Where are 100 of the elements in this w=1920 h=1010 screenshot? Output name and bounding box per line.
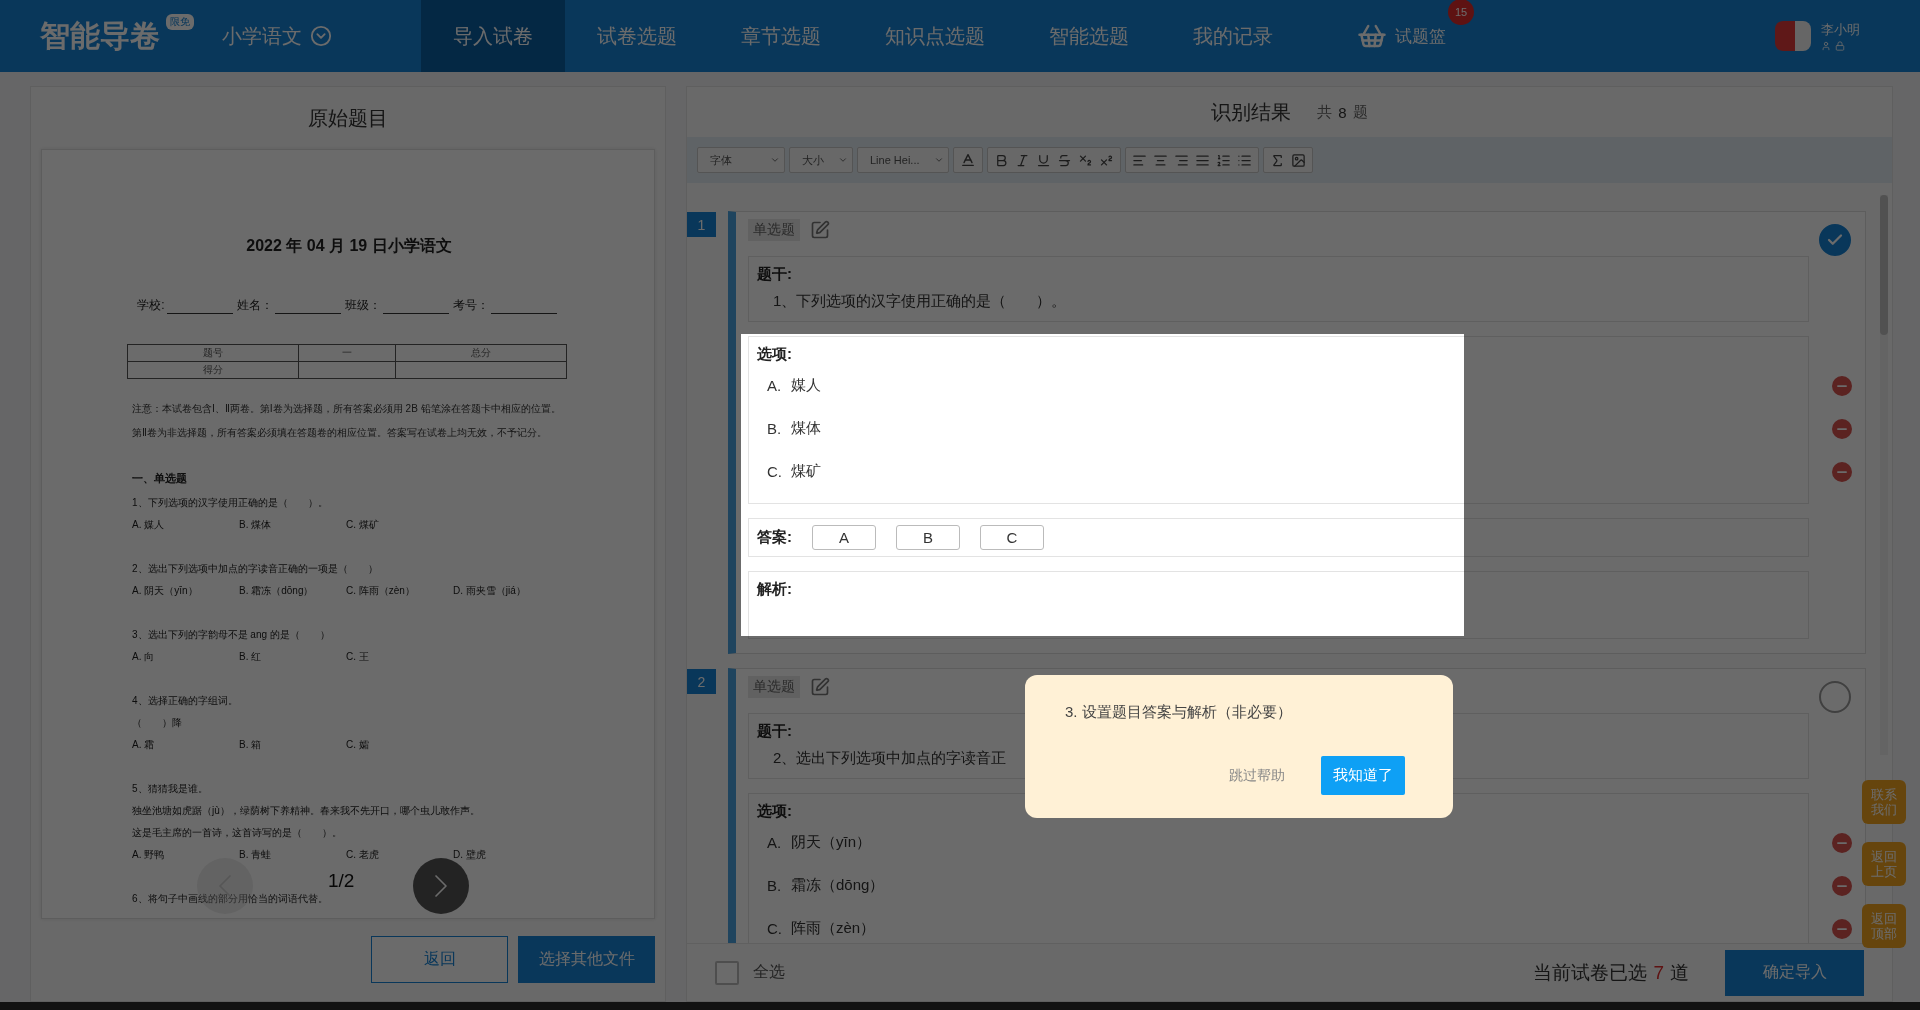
option-text: B. 箱 [239, 738, 263, 752]
side-button[interactable]: 联系我们 [1862, 780, 1906, 824]
question-number: 2 [687, 669, 716, 694]
option-text: D. 雨夹雪（jiá） [453, 584, 527, 598]
user-icon [1821, 41, 1831, 51]
nav-tab[interactable]: 导入试卷 [421, 0, 565, 72]
question-stem: 2、选出下列选项中加点的字读音正 [772, 749, 1008, 768]
image-icon[interactable] [1291, 152, 1306, 168]
option-letter: C. [766, 463, 783, 480]
subject-selector[interactable]: 小学语文 [222, 22, 302, 50]
section-label: 题干: [757, 265, 793, 284]
section-heading: 一、单选题 [132, 471, 188, 486]
align-center-icon[interactable] [1153, 152, 1168, 168]
got-it-button[interactable]: 我知道了 [1321, 756, 1405, 795]
formula-icon[interactable] [1270, 152, 1285, 168]
option-text: 阵雨（zèn） [791, 919, 876, 938]
toolbar-select[interactable]: 字体 [697, 147, 785, 173]
scrollbar-thumb[interactable] [1880, 195, 1888, 335]
field-label: 姓名： [236, 297, 273, 314]
field-label: 考号： [452, 297, 489, 314]
caret-icon [934, 155, 944, 165]
nav-tab[interactable]: 章节选题 [709, 0, 853, 72]
option-text: C. 王 [346, 650, 370, 664]
question-text: 4、选择正确的字组词。 [132, 694, 238, 708]
caret-icon [770, 155, 780, 165]
bold-icon[interactable] [994, 152, 1009, 168]
option-text: C. 阵雨（zèn） [346, 584, 416, 598]
option-text: C. 煤矿 [346, 518, 380, 532]
confirm-import-button[interactable]: 确定导入 [1725, 949, 1864, 996]
toolbar-select[interactable]: Line Hei... [857, 147, 949, 173]
count-badge: 15 [1448, 0, 1474, 25]
ordered-list-icon[interactable] [1216, 152, 1231, 168]
option-text: C. 孀 [346, 738, 370, 752]
skip-help-link[interactable]: 跳过帮助 [1229, 766, 1285, 785]
nav-tab[interactable]: 智能选题 [1017, 0, 1161, 72]
align-left-icon[interactable] [1132, 152, 1147, 168]
table-cell: 题号 [127, 344, 299, 362]
answer-button[interactable]: B [896, 525, 960, 550]
underline-icon[interactable] [1036, 152, 1051, 168]
select-circle[interactable] [1819, 224, 1851, 256]
question-text: 3、选出下列的字韵母不是 ang 的是（ ） [132, 628, 330, 642]
remove-icon[interactable] [1832, 832, 1852, 853]
side-button[interactable]: 返回上页 [1862, 842, 1906, 886]
option-text: B. 霜冻（dōng） [239, 584, 315, 598]
choose-file-button[interactable]: 选择其他文件 [518, 936, 655, 983]
italic-icon[interactable] [1015, 152, 1030, 168]
align-justify-icon[interactable] [1195, 152, 1210, 168]
question-text: （ ）降 [132, 716, 182, 730]
logo-badge: 限免 [166, 13, 194, 30]
answer-button[interactable]: C [980, 525, 1044, 550]
remove-icon[interactable] [1832, 918, 1852, 939]
option-text: A. 向 [132, 650, 156, 664]
superscript-icon[interactable] [1099, 152, 1114, 168]
table-cell: 得分 [127, 361, 299, 379]
bullet-list-icon[interactable] [1237, 152, 1252, 168]
nav-tab[interactable]: 我的记录 [1161, 0, 1305, 72]
selected-count-text: 当前试卷已选 7 道 [1533, 960, 1689, 985]
basket-link[interactable]: 试题篮 [1395, 24, 1446, 48]
subscript-icon[interactable] [1078, 152, 1093, 168]
remove-icon[interactable] [1832, 875, 1852, 896]
toolbar-select[interactable]: 大小 [789, 147, 853, 173]
panel-title: 识别结果 [1211, 99, 1292, 125]
edit-icon[interactable] [810, 677, 830, 697]
count-text: 共 [1317, 102, 1333, 122]
option-text: 阴天（yīn） [791, 833, 871, 852]
panel-title: 原始题目 [307, 105, 389, 131]
page-indicator: 1/2 [328, 870, 355, 892]
strikethrough-icon[interactable] [1057, 152, 1072, 168]
align-right-icon[interactable] [1174, 152, 1189, 168]
option-text: A. 阴天（yīn） [132, 584, 199, 598]
section-label: 解析: [757, 580, 793, 599]
side-button[interactable]: 返回顶部 [1862, 904, 1906, 948]
count-text: 8 [1338, 103, 1347, 121]
edit-icon[interactable] [810, 220, 830, 240]
remove-icon[interactable] [1832, 461, 1852, 482]
chevron-down-icon[interactable] [310, 25, 332, 47]
back-button[interactable]: 返回 [371, 936, 508, 983]
option-letter: B. [766, 877, 783, 894]
next-page-button[interactable] [413, 858, 469, 914]
question-text: 5、猜猜我是谁。 [132, 782, 208, 796]
option-text: A. 媒人 [132, 518, 166, 532]
remove-icon[interactable] [1832, 375, 1852, 396]
nav-tab[interactable]: 试卷选题 [565, 0, 709, 72]
answer-button[interactable]: A [812, 525, 876, 550]
option-letter: B. [766, 420, 783, 437]
question-stem: 1、下列选项的汉字使用正确的是（ ）。 [772, 292, 1068, 311]
select-circle[interactable] [1819, 681, 1851, 713]
option-letter: A. [766, 377, 783, 394]
option-text: A. 霜 [132, 738, 156, 752]
option-text: 煤体 [791, 419, 821, 438]
remove-icon[interactable] [1832, 418, 1852, 439]
avatar [1775, 21, 1811, 51]
user-name: 李小明 [1821, 21, 1860, 39]
font-color-icon[interactable] [960, 152, 976, 168]
option-text: 媒人 [791, 376, 821, 395]
select-all-checkbox[interactable] [715, 960, 739, 985]
option-text: B. 红 [239, 650, 263, 664]
option-text: 煤矿 [791, 462, 821, 481]
nav-tab[interactable]: 知识点选题 [853, 0, 1017, 72]
document-title: 2022 年 04 月 19 日小学语文 [245, 236, 453, 256]
